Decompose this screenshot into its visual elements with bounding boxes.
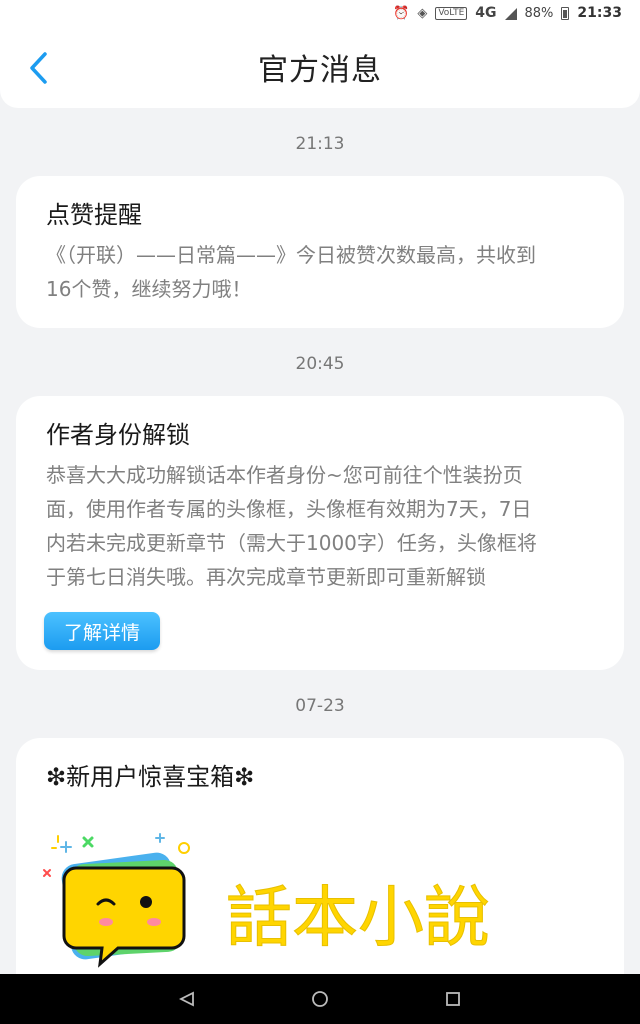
message-time: 20:45 xyxy=(295,354,345,374)
nav-back-button[interactable] xyxy=(167,979,207,1019)
page-title: 官方消息 xyxy=(258,53,382,88)
message-line: 16个赞，继续努力哦！ xyxy=(46,277,252,301)
system-nav-bar xyxy=(0,974,640,1024)
learn-more-button[interactable]: 了解详情 xyxy=(44,612,160,650)
nav-home-button[interactable] xyxy=(300,979,340,1019)
message-title: 点赞提醒 xyxy=(46,201,142,229)
sparkle-icon xyxy=(60,841,72,853)
volte-badge: VoLTE xyxy=(435,6,468,20)
message-line: 面，使用作者专属的头像框，头像框有效期为7天，7日 xyxy=(46,497,532,521)
square-recent-icon xyxy=(446,992,461,1006)
battery-icon xyxy=(561,6,570,20)
status-bar: ⏰ ◈ VoLTE 4G 88% 21:33 xyxy=(0,0,640,26)
message-line: 于第七日消失哦。再次完成章节更新即可重新解锁 xyxy=(46,565,486,589)
circle-home-icon xyxy=(312,991,328,1007)
battery-percent: 88% xyxy=(524,5,554,21)
app-logo-image: 話本小說 xyxy=(43,833,491,968)
back-button[interactable] xyxy=(18,48,58,88)
message-title: ❇新用户惊喜宝箱❇ xyxy=(46,763,255,791)
header: 官方消息 xyxy=(0,26,640,108)
message-line: 内若未完成更新章节（需大于1000字）任务，头像框将 xyxy=(46,531,537,555)
message-title: 作者身份解锁 xyxy=(46,421,190,449)
wifi-icon: ◈ xyxy=(417,5,428,21)
message-list[interactable]: 21:13 点赞提醒 《（开联）——日常篇——》今日被赞次数最高，共收到 16个… xyxy=(0,108,640,974)
message-card[interactable]: 作者身份解锁 恭喜大大成功解锁话本作者身份~您可前往个性装扮页 面，使用作者专属… xyxy=(16,396,624,670)
clock: 21:33 xyxy=(577,5,622,21)
signal-icon xyxy=(504,7,517,20)
message-time: 21:13 xyxy=(295,134,345,154)
chevron-left-icon xyxy=(30,52,47,84)
message-line: 《（开联）——日常篇——》今日被赞次数最高，共收到 xyxy=(46,243,536,267)
message-time: 07-23 xyxy=(295,696,345,716)
message-body: 《（开联）——日常篇——》今日被赞次数最高，共收到 16个赞，继续努力哦！ xyxy=(46,238,594,306)
network-type: 4G xyxy=(475,5,497,21)
message-line: 恭喜大大成功解锁话本作者身份~您可前往个性装扮页 xyxy=(46,463,523,487)
logo-text: 話本小說 xyxy=(226,879,490,956)
message-card[interactable]: ❇新用户惊喜宝箱❇ 話本小說 xyxy=(16,738,624,974)
message-body: 恭喜大大成功解锁话本作者身份~您可前往个性装扮页 面，使用作者专属的头像框，头像… xyxy=(46,458,594,594)
triangle-back-icon xyxy=(178,991,194,1007)
nav-recent-button[interactable] xyxy=(433,979,473,1019)
alarm-icon: ⏰ xyxy=(393,5,410,21)
message-card[interactable]: 点赞提醒 《（开联）——日常篇——》今日被赞次数最高，共收到 16个赞，继续努力… xyxy=(16,176,624,328)
